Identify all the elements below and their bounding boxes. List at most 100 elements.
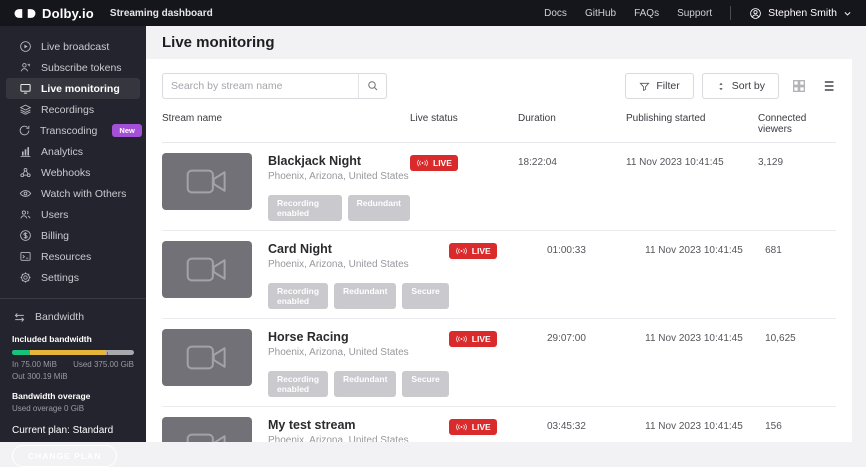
current-plan-label: Current plan: Standard bbox=[12, 425, 134, 436]
stream-location: Phoenix, Arizona, United States bbox=[268, 435, 449, 442]
stream-published: 11 Nov 2023 10:41:45 bbox=[645, 417, 765, 442]
stream-viewers: 3,129 bbox=[758, 153, 836, 221]
broadcast-waves-icon bbox=[455, 423, 468, 431]
live-status-badge: LIVE bbox=[410, 155, 458, 171]
sidebar-item-label: Settings bbox=[41, 272, 79, 284]
stream-row[interactable]: Horse Racing Phoenix, Arizona, United St… bbox=[162, 319, 836, 407]
sidebar-item-transcoding[interactable]: TranscodingNew bbox=[6, 120, 140, 141]
gear-icon bbox=[18, 271, 32, 284]
stream-location: Phoenix, Arizona, United States bbox=[268, 259, 449, 270]
sidebar-item-users[interactable]: Users bbox=[6, 204, 140, 225]
stream-tags: Recording enabledRedundant bbox=[268, 195, 410, 221]
stream-table-body: Blackjack Night Phoenix, Arizona, United… bbox=[162, 143, 836, 442]
logo-text: Dolby.io bbox=[42, 6, 94, 21]
live-label: LIVE bbox=[433, 158, 452, 168]
topbar-link-github[interactable]: GitHub bbox=[585, 8, 616, 19]
sidebar-item-label: Live monitoring bbox=[41, 83, 120, 95]
sidebar-item-label: Subscribe tokens bbox=[41, 62, 122, 74]
bandwidth-used: Used 375.00 GiB bbox=[73, 360, 134, 369]
stream-thumbnail bbox=[162, 417, 252, 442]
sidebar-item-recordings[interactable]: Recordings bbox=[6, 99, 140, 120]
sort-label: Sort by bbox=[732, 80, 765, 92]
filter-button[interactable]: Filter bbox=[625, 73, 693, 99]
refresh-icon bbox=[18, 124, 31, 137]
video-camera-icon bbox=[186, 168, 228, 195]
sidebar-item-live-broadcast[interactable]: Live broadcast bbox=[6, 36, 140, 57]
layers-icon bbox=[18, 103, 32, 116]
video-camera-icon bbox=[186, 256, 228, 283]
toolbar-right: Filter Sort by bbox=[625, 73, 836, 99]
stream-row[interactable]: My test stream Phoenix, Arizona, United … bbox=[162, 407, 836, 442]
sidebar-item-label: Transcoding bbox=[40, 125, 97, 137]
bandwidth-in-used-row: In 75.00 MiB Used 375.00 GiB bbox=[12, 360, 134, 369]
webhook-icon bbox=[18, 166, 32, 179]
topbar-link-faqs[interactable]: FAQs bbox=[634, 8, 659, 19]
stream-tag: Secure bbox=[402, 283, 448, 309]
broadcast-icon bbox=[18, 40, 32, 53]
search-icon[interactable] bbox=[358, 74, 386, 98]
stream-tag: Redundant bbox=[334, 371, 396, 397]
sidebar-item-resources[interactable]: Resources bbox=[6, 246, 140, 267]
dolby-double-d-icon bbox=[14, 8, 36, 19]
bandwidth-bar-used-segment bbox=[30, 350, 106, 355]
sidebar-item-analytics[interactable]: Analytics bbox=[6, 141, 140, 162]
sidebar-item-label: Users bbox=[41, 209, 68, 221]
sort-button[interactable]: Sort by bbox=[702, 73, 779, 99]
sidebar-item-watch-with-others[interactable]: Watch with Others bbox=[6, 183, 140, 204]
users-icon bbox=[18, 208, 32, 221]
live-label: LIVE bbox=[472, 422, 491, 432]
stream-row[interactable]: Card Night Phoenix, Arizona, United Stat… bbox=[162, 231, 836, 319]
dollar-icon bbox=[18, 229, 32, 242]
bandwidth-overage-label: Bandwidth overage bbox=[12, 391, 134, 401]
included-bandwidth-label: Included bandwidth bbox=[12, 334, 134, 344]
stream-name: Blackjack Night bbox=[268, 154, 410, 168]
token-icon bbox=[18, 61, 32, 74]
broadcast-waves-icon bbox=[455, 335, 468, 343]
sidebar-item-billing[interactable]: Billing bbox=[6, 225, 140, 246]
stream-viewers: 681 bbox=[765, 241, 836, 309]
topbar-link-docs[interactable]: Docs bbox=[544, 8, 567, 19]
filter-label: Filter bbox=[656, 80, 679, 92]
header-connected-viewers: Connected viewers bbox=[758, 113, 836, 135]
stream-tags: Recording enabledRedundantSecure bbox=[268, 283, 449, 309]
bandwidth-bar-marker bbox=[107, 352, 108, 355]
search-input[interactable] bbox=[163, 80, 358, 92]
user-menu[interactable]: Stephen Smith bbox=[749, 7, 852, 20]
sidebar-item-label: Recordings bbox=[41, 104, 94, 116]
sidebar-item-label: Billing bbox=[41, 230, 69, 242]
monitor-icon bbox=[18, 82, 32, 95]
sidebar-item-webhooks[interactable]: Webhooks bbox=[6, 162, 140, 183]
stream-tag: Redundant bbox=[348, 195, 410, 221]
stream-viewers: 10,625 bbox=[765, 329, 836, 397]
list-view-toggle[interactable] bbox=[819, 78, 836, 94]
sidebar-item-subscribe-tokens[interactable]: Subscribe tokens bbox=[6, 57, 140, 78]
stream-row[interactable]: Blackjack Night Phoenix, Arizona, United… bbox=[162, 143, 836, 231]
topbar-link-support[interactable]: Support bbox=[677, 8, 712, 19]
top-bar: Dolby.io Streaming dashboard DocsGitHubF… bbox=[0, 0, 866, 26]
change-plan-button[interactable]: CHANGE PLAN bbox=[12, 445, 117, 467]
header-duration: Duration bbox=[518, 113, 626, 135]
bandwidth-arrows-icon bbox=[12, 311, 26, 324]
stream-duration: 18:22:04 bbox=[518, 153, 626, 221]
stream-tag: Redundant bbox=[334, 283, 396, 309]
user-name: Stephen Smith bbox=[768, 7, 837, 19]
live-label: LIVE bbox=[472, 334, 491, 344]
topbar-right: Docs GitHub FAQs Support Stephen Smith bbox=[544, 6, 852, 20]
stream-thumbnail bbox=[162, 329, 252, 386]
live-label: LIVE bbox=[472, 246, 491, 256]
stream-duration: 29:07:00 bbox=[547, 329, 645, 397]
search-box bbox=[162, 73, 387, 99]
live-status-badge: LIVE bbox=[449, 331, 497, 347]
stream-location: Phoenix, Arizona, United States bbox=[268, 171, 410, 182]
sort-arrows-icon bbox=[716, 81, 726, 92]
bandwidth-out: Out 300.19 MiB bbox=[12, 372, 134, 381]
eye-icon bbox=[18, 187, 32, 200]
stream-thumbnail bbox=[162, 153, 252, 210]
grid-view-toggle[interactable] bbox=[791, 78, 807, 94]
header-stream-name: Stream name bbox=[162, 113, 410, 135]
stream-duration: 01:00:33 bbox=[547, 241, 645, 309]
sidebar-item-settings[interactable]: Settings bbox=[6, 267, 140, 288]
page-title: Live monitoring bbox=[146, 26, 866, 60]
live-status-badge: LIVE bbox=[449, 243, 497, 259]
sidebar-item-live-monitoring[interactable]: Live monitoring bbox=[6, 78, 140, 99]
